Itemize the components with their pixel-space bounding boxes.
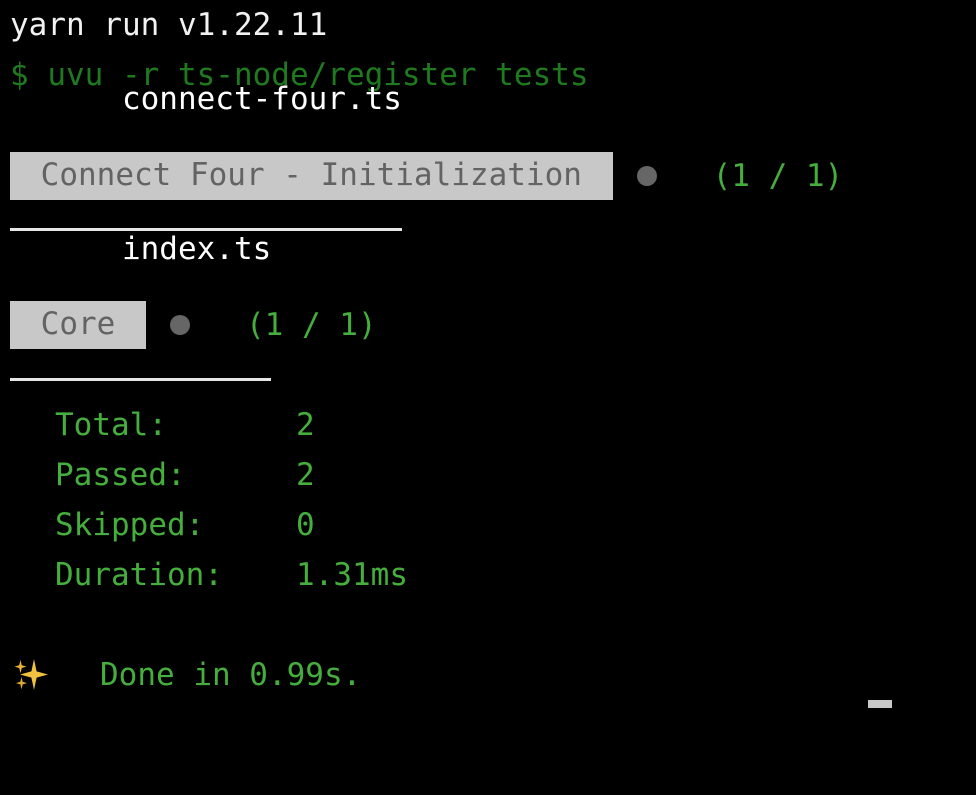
file-name-label: connect-four.ts bbox=[121, 81, 402, 117]
terminal-window[interactable]: yarn run v1.22.11 $ uvu -r ts-node/regis… bbox=[0, 0, 976, 708]
terminal-cursor bbox=[868, 700, 892, 708]
done-message: Done in 0.99s. bbox=[100, 657, 362, 693]
summary-row-total: Total: 2 bbox=[55, 400, 315, 450]
file-name-underline bbox=[10, 378, 272, 381]
summary-row-passed: Passed: 2 bbox=[55, 450, 315, 500]
suite-label-chip: Core bbox=[10, 301, 146, 349]
suite-pass-ratio: (1 / 1) bbox=[245, 307, 377, 343]
summary-value: 2 bbox=[296, 407, 315, 443]
summary-label: Duration: bbox=[55, 557, 223, 593]
summary-row-duration: Duration: 1.31ms bbox=[55, 550, 408, 600]
suite-status-dot-icon bbox=[636, 166, 657, 186]
file-heading-index: index.ts bbox=[10, 231, 272, 381]
done-footer-line: Done in 0.99s. bbox=[10, 650, 361, 700]
summary-value: 1.31ms bbox=[296, 557, 408, 593]
suite-pass-ratio: (1 / 1) bbox=[712, 158, 844, 194]
suite-row-core[interactable]: Core (1 / 1) bbox=[10, 300, 377, 350]
summary-value: 0 bbox=[296, 507, 315, 543]
summary-label: Total: bbox=[55, 407, 167, 443]
summary-row-skipped: Skipped: 0 bbox=[55, 500, 315, 550]
summary-label: Passed: bbox=[55, 457, 186, 493]
summary-value: 2 bbox=[296, 457, 315, 493]
sparkles-icon bbox=[10, 555, 50, 795]
file-name-label: index.ts bbox=[121, 231, 272, 267]
summary-label: Skipped: bbox=[55, 507, 205, 543]
file-heading-connect-four: connect-four.ts bbox=[10, 81, 402, 231]
suite-status-dot-icon bbox=[169, 315, 190, 335]
